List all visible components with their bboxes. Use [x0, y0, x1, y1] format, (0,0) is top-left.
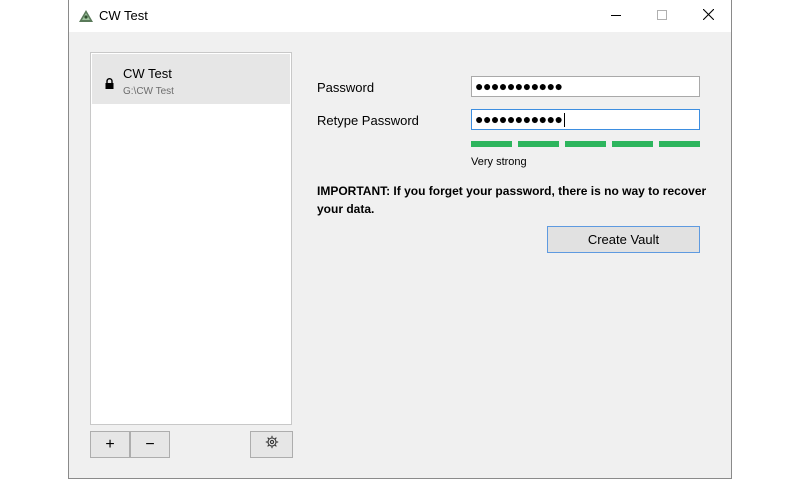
create-vault-button[interactable]: Create Vault: [547, 226, 700, 253]
minimize-icon: [611, 7, 621, 25]
gear-icon: [265, 435, 279, 454]
strength-segment: [612, 141, 653, 147]
vault-name: CW Test: [123, 66, 172, 81]
minimize-button[interactable]: [593, 0, 639, 32]
vault-list-item[interactable]: CW Test G:\CW Test: [92, 54, 290, 104]
maximize-icon: [657, 7, 667, 25]
strength-segment: [565, 141, 606, 147]
retype-password-value: ●●●●●●●●●●●: [475, 111, 563, 127]
strength-segment: [518, 141, 559, 147]
plus-icon: +: [105, 435, 115, 453]
retype-password-label: Retype Password: [317, 113, 419, 128]
text-caret: [563, 113, 565, 128]
vault-path: G:\CW Test: [123, 86, 174, 97]
app-logo-icon: [78, 9, 94, 23]
create-vault-label: Create Vault: [587, 232, 660, 247]
maximize-button[interactable]: [639, 0, 685, 32]
remove-vault-button[interactable]: −: [130, 431, 170, 458]
window-title: CW Test: [99, 8, 148, 23]
minus-icon: −: [145, 435, 155, 453]
password-label: Password: [317, 80, 375, 95]
password-field[interactable]: ●●●●●●●●●●●: [471, 76, 700, 97]
add-vault-button[interactable]: +: [90, 431, 130, 458]
strength-label: Very strong: [471, 156, 527, 168]
important-warning: IMPORTANT: If you forget your password, …: [317, 184, 707, 216]
app-window: CW Test CW Test G:\CW Test + − Password …: [68, 0, 732, 479]
close-button[interactable]: [685, 0, 731, 32]
strength-segment: [659, 141, 700, 147]
retype-password-field[interactable]: ●●●●●●●●●●●: [471, 109, 700, 130]
strength-segment: [471, 141, 512, 147]
password-value: ●●●●●●●●●●●: [475, 78, 563, 94]
vault-list[interactable]: CW Test G:\CW Test: [90, 52, 292, 425]
lock-icon: [105, 76, 114, 94]
password-strength-meter: [471, 141, 700, 147]
title-bar[interactable]: CW Test: [69, 0, 731, 32]
close-icon: [702, 7, 714, 25]
settings-button[interactable]: [250, 431, 293, 458]
